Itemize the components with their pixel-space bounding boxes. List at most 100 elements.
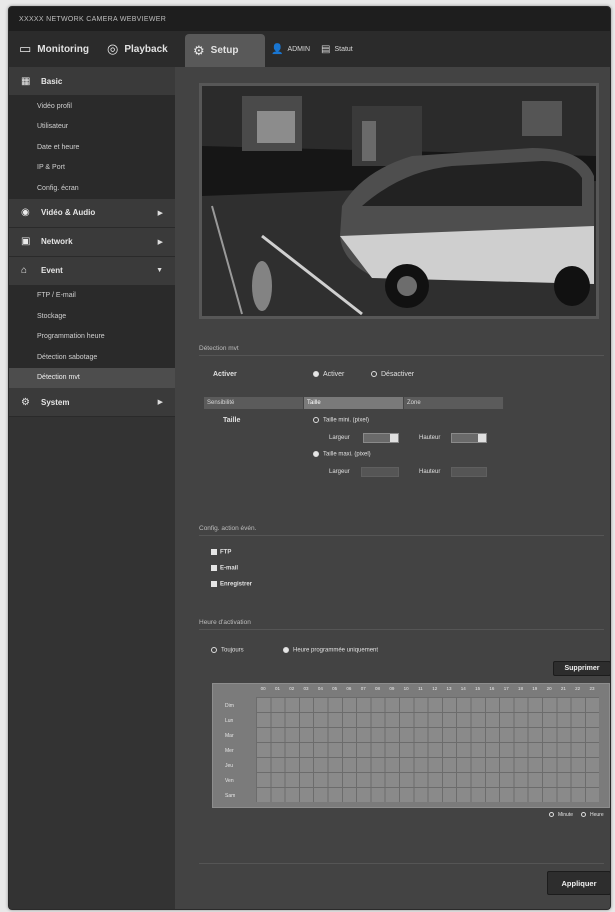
hour-label: 08 [375,686,381,691]
sidebar-section-basic-label: Basic [41,76,63,86]
min-size-radio[interactable]: Taille mini. (pixel) [313,417,369,424]
system-icon: ⚙ [21,396,30,408]
radio-empty-icon [581,812,586,818]
sidebar-section-basic[interactable]: ▦ Basic [9,67,175,96]
video-audio-icon: ◉ [21,207,30,218]
activate-off-radio[interactable]: Désactiver [371,371,414,378]
playback-icon: ◎ [107,41,119,56]
max-width-label: Largeur [329,469,350,475]
camera-preview [199,83,599,319]
tab-setup[interactable]: ⚙ Setup [185,34,265,67]
activate-off-label: Désactiver [381,371,415,378]
sidebar-section-system[interactable]: ⚙ System ▶ [9,388,175,417]
hour-label: 00 [260,686,266,691]
min-height-label: Hauteur [419,435,441,441]
minute-radio[interactable]: Minute [549,812,573,818]
stepper-arrows-icon[interactable] [478,434,486,442]
min-size-label: Taille mini. (pixel) [323,417,370,424]
hour-label: 07 [360,686,366,691]
sidebar-item-video-profile[interactable]: Vidéo profil [9,96,175,117]
hour-label: 13 [446,686,452,691]
min-width-stepper[interactable] [363,433,399,443]
action-record-label: Enregistrer [220,581,253,588]
delete-button[interactable]: Supprimer [553,661,610,676]
hour-label: 23 [589,686,595,691]
hour-label: 02 [289,686,295,691]
action-ftp-checkbox[interactable]: FTP [211,549,231,556]
sidebar-section-event-label: Event [41,266,63,275]
sidebar-item-storage[interactable]: Stockage [9,306,175,327]
action-email-checkbox[interactable]: E-mail [211,565,238,572]
radio-selected-icon [313,451,319,457]
sidebar-item-ip-port[interactable]: IP & Port [9,157,175,178]
radio-empty-icon [371,371,377,378]
hour-label: 18 [517,686,523,691]
max-width-stepper[interactable] [361,467,399,477]
hour-label: 06 [346,686,352,691]
time-always-label: Toujours [221,647,244,654]
hour-label: 14 [460,686,466,691]
tab-sensitivity[interactable]: Sensibilité [204,397,304,409]
hour-label: Heure [590,812,604,818]
radio-selected-icon [313,371,319,378]
action-record-checkbox[interactable]: Enregistrer [211,581,252,588]
min-width-label: Largeur [329,435,350,441]
checkbox-checked-icon [211,581,217,587]
schedule-grid: 00 01 02 03 04 05 06 07 08 09 10 11 12 13 14 15 16 17 18 19… [212,683,610,808]
hour-label: 09 [389,686,395,691]
basic-icon: ▦ [21,75,31,87]
hour-label: 22 [575,686,581,691]
max-height-label: Hauteur [419,469,441,475]
sidebar-item-schedule[interactable]: Programmation heure [9,326,175,347]
sidebar-section-video-audio[interactable]: ◉ Vidéo & Audio ▶ [9,198,175,228]
day-label: Sam [225,792,236,799]
radio-empty-icon [549,812,554,818]
sidebar-item-ftp-email[interactable]: FTP / E-mail [9,285,175,306]
user-icon: 👤 [271,43,284,55]
apply-button[interactable]: Appliquer [547,871,610,895]
stepper-arrows-icon[interactable] [390,434,398,442]
size-label: Taille [223,417,241,424]
schedule-cells[interactable] [256,697,599,802]
sidebar-item-date-time[interactable]: Date et heure [9,137,175,158]
main-panel: Détection mvt Activer Activer Désactiver… [175,67,610,909]
sidebar-item-motion-detection[interactable]: Détection mvt [9,367,175,388]
time-scheduled-radio[interactable]: Heure programmée uniquement [283,647,378,654]
tab-monitoring-label: Monitoring [37,43,89,55]
network-icon: ▣ [21,236,31,247]
hour-label: 04 [317,686,323,691]
sidebar-section-network-label: Network [41,237,73,246]
day-label: Ven [225,777,234,784]
status-icon: ▤ [321,43,331,55]
hour-label: 12 [432,686,438,691]
sidebar-section-event[interactable]: ⌂ Event ▼ [9,256,175,286]
sidebar-item-screen-config[interactable]: Config. écran [9,178,175,199]
tab-monitoring[interactable]: ▭ Monitoring [11,31,97,67]
status-link[interactable]: ▤ Statut [321,31,353,67]
schedule-days: Dim Lun Mar Mer Jeu Ven Sam [213,698,256,803]
day-label: Mar [225,732,234,739]
min-height-stepper[interactable] [451,433,487,443]
sidebar-section-video-audio-label: Vidéo & Audio [41,208,96,217]
time-always-radio[interactable]: Toujours [211,647,244,654]
tab-size[interactable]: Taille [304,397,404,409]
sidebar-section-network[interactable]: ▣ Network ▶ [9,227,175,257]
sidebar-item-tamper[interactable]: Détection sabotage [9,347,175,368]
section-motion-header: Détection mvt [199,345,604,356]
tab-zone[interactable]: Zone [404,397,504,409]
event-icon: ⌂ [21,265,28,276]
hour-label: 20 [546,686,552,691]
tab-playback[interactable]: ◎ Playback [99,31,179,67]
tab-playback-label: Playback [124,43,168,55]
activate-on-radio[interactable]: Activer [313,371,344,378]
time-scheduled-label: Heure programmée uniquement [293,647,379,654]
max-size-radio[interactable]: Taille maxi. (pixel) [313,451,371,458]
sidebar-item-user[interactable]: Utilisateur [9,116,175,137]
admin-user[interactable]: 👤 ADMIN [271,31,310,67]
hour-radio[interactable]: Heure [581,812,604,818]
section-actions-header: Config. action évén. [199,525,604,536]
max-height-stepper[interactable] [451,467,487,477]
day-label: Mer [225,747,234,754]
max-size-label: Taille maxi. (pixel) [323,451,371,458]
camera-image [202,86,596,316]
